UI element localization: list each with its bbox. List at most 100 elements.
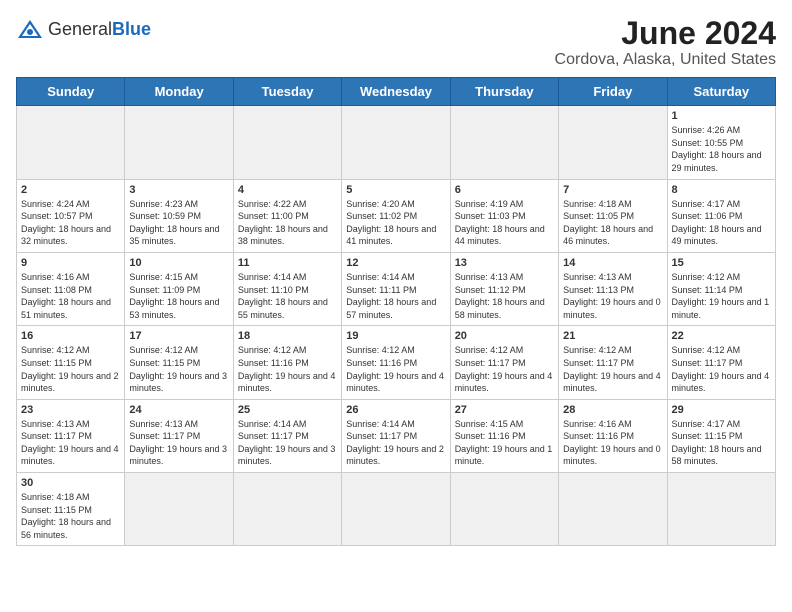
- weekday-header-wednesday: Wednesday: [342, 78, 450, 106]
- day-info: Sunrise: 4:22 AM Sunset: 11:00 PM Daylig…: [238, 198, 337, 248]
- calendar-cell: [559, 106, 667, 179]
- calendar-cell: 4 Sunrise: 4:22 AM Sunset: 11:00 PM Dayli…: [233, 179, 341, 252]
- day-number: 1: [672, 110, 771, 122]
- day-info: Sunrise: 4:12 AM Sunset: 11:17 PM Daylig…: [455, 344, 554, 394]
- logo-icon: [16, 16, 44, 44]
- day-number: 28: [563, 404, 662, 416]
- calendar-cell: [342, 106, 450, 179]
- logo-text: GeneralBlue: [48, 20, 151, 40]
- calendar-cell: 29Sunrise: 4:17 AM Sunset: 11:15 PM Dayl…: [667, 399, 775, 472]
- calendar-cell: 25 Sunrise: 4:14 AM Sunset: 11:17 PM Dayl…: [233, 399, 341, 472]
- calendar-cell: 7Sunrise: 4:18 AM Sunset: 11:05 PM Dayli…: [559, 179, 667, 252]
- month-title: June 2024: [555, 16, 776, 51]
- calendar-cell: 12 Sunrise: 4:14 AM Sunset: 11:11 PM Dayl…: [342, 252, 450, 325]
- day-number: 11: [238, 257, 337, 269]
- day-number: 17: [129, 330, 228, 342]
- calendar-table: SundayMondayTuesdayWednesdayThursdayFrid…: [16, 77, 776, 546]
- weekday-header-saturday: Saturday: [667, 78, 775, 106]
- calendar-cell: 9Sunrise: 4:16 AM Sunset: 11:08 PM Dayli…: [17, 252, 125, 325]
- calendar-cell: [233, 473, 341, 546]
- day-number: 25: [238, 404, 337, 416]
- day-info: Sunrise: 4:15 AM Sunset: 11:16 PM Daylig…: [455, 418, 554, 468]
- weekday-header-monday: Monday: [125, 78, 233, 106]
- calendar-cell: [450, 473, 558, 546]
- day-number: 7: [563, 184, 662, 196]
- calendar-cell: 17Sunrise: 4:12 AM Sunset: 11:15 PM Dayl…: [125, 326, 233, 399]
- day-number: 2: [21, 184, 120, 196]
- calendar-cell: [667, 473, 775, 546]
- day-number: 21: [563, 330, 662, 342]
- day-number: 24: [129, 404, 228, 416]
- calendar-cell: 27 Sunrise: 4:15 AM Sunset: 11:16 PM Dayl…: [450, 399, 558, 472]
- day-info: Sunrise: 4:17 AM Sunset: 11:15 PM Daylig…: [672, 418, 771, 468]
- calendar-cell: 11 Sunrise: 4:14 AM Sunset: 11:10 PM Dayl…: [233, 252, 341, 325]
- logo-general: General: [48, 19, 112, 39]
- calendar-cell: 18Sunrise: 4:12 AM Sunset: 11:16 PM Dayl…: [233, 326, 341, 399]
- page-header: GeneralBlue June 2024 Cordova, Alaska, U…: [16, 16, 776, 69]
- calendar-week-2: 2 Sunrise: 4:24 AM Sunset: 10:57 PM Dayli…: [17, 179, 776, 252]
- calendar-cell: 19 Sunrise: 4:12 AM Sunset: 11:16 PM Dayl…: [342, 326, 450, 399]
- calendar-cell: 1Sunrise: 4:26 AM Sunset: 10:55 PM Dayli…: [667, 106, 775, 179]
- day-number: 12: [346, 257, 445, 269]
- day-info: Sunrise: 4:18 AM Sunset: 11:15 PM Daylig…: [21, 491, 120, 541]
- weekday-header-sunday: Sunday: [17, 78, 125, 106]
- day-number: 6: [455, 184, 554, 196]
- day-number: 5: [346, 184, 445, 196]
- calendar-cell: 16Sunrise: 4:12 AM Sunset: 11:15 PM Dayl…: [17, 326, 125, 399]
- calendar-header-row: SundayMondayTuesdayWednesdayThursdayFrid…: [17, 78, 776, 106]
- day-info: Sunrise: 4:13 AM Sunset: 11:17 PM Daylig…: [21, 418, 120, 468]
- day-info: Sunrise: 4:19 AM Sunset: 11:03 PM Daylig…: [455, 198, 554, 248]
- calendar-cell: 23Sunrise: 4:13 AM Sunset: 11:17 PM Dayl…: [17, 399, 125, 472]
- calendar-cell: 5 Sunrise: 4:20 AM Sunset: 11:02 PM Dayli…: [342, 179, 450, 252]
- day-number: 4: [238, 184, 337, 196]
- calendar-cell: 2 Sunrise: 4:24 AM Sunset: 10:57 PM Dayli…: [17, 179, 125, 252]
- day-info: Sunrise: 4:24 AM Sunset: 10:57 PM Daylig…: [21, 198, 120, 248]
- calendar-cell: 30Sunrise: 4:18 AM Sunset: 11:15 PM Dayl…: [17, 473, 125, 546]
- weekday-header-friday: Friday: [559, 78, 667, 106]
- day-info: Sunrise: 4:12 AM Sunset: 11:16 PM Daylig…: [346, 344, 445, 394]
- day-info: Sunrise: 4:23 AM Sunset: 10:59 PM Daylig…: [129, 198, 228, 248]
- calendar-cell: [450, 106, 558, 179]
- calendar-cell: 8Sunrise: 4:17 AM Sunset: 11:06 PM Dayli…: [667, 179, 775, 252]
- calendar-cell: [125, 473, 233, 546]
- day-info: Sunrise: 4:16 AM Sunset: 11:08 PM Daylig…: [21, 271, 120, 321]
- day-info: Sunrise: 4:12 AM Sunset: 11:17 PM Daylig…: [563, 344, 662, 394]
- day-number: 15: [672, 257, 771, 269]
- calendar-cell: [233, 106, 341, 179]
- calendar-week-3: 9Sunrise: 4:16 AM Sunset: 11:08 PM Dayli…: [17, 252, 776, 325]
- day-info: Sunrise: 4:14 AM Sunset: 11:10 PM Daylig…: [238, 271, 337, 321]
- calendar-cell: 15 Sunrise: 4:12 AM Sunset: 11:14 PM Dayl…: [667, 252, 775, 325]
- weekday-header-thursday: Thursday: [450, 78, 558, 106]
- day-info: Sunrise: 4:12 AM Sunset: 11:14 PM Daylig…: [672, 271, 771, 321]
- calendar-cell: 24Sunrise: 4:13 AM Sunset: 11:17 PM Dayl…: [125, 399, 233, 472]
- day-info: Sunrise: 4:14 AM Sunset: 11:11 PM Daylig…: [346, 271, 445, 321]
- calendar-cell: 22 Sunrise: 4:12 AM Sunset: 11:17 PM Dayl…: [667, 326, 775, 399]
- day-number: 8: [672, 184, 771, 196]
- day-number: 22: [672, 330, 771, 342]
- day-number: 27: [455, 404, 554, 416]
- calendar-week-6: 30Sunrise: 4:18 AM Sunset: 11:15 PM Dayl…: [17, 473, 776, 546]
- day-number: 19: [346, 330, 445, 342]
- calendar-cell: [559, 473, 667, 546]
- day-number: 26: [346, 404, 445, 416]
- calendar-cell: 10Sunrise: 4:15 AM Sunset: 11:09 PM Dayl…: [125, 252, 233, 325]
- day-number: 16: [21, 330, 120, 342]
- day-number: 14: [563, 257, 662, 269]
- day-number: 10: [129, 257, 228, 269]
- day-info: Sunrise: 4:12 AM Sunset: 11:17 PM Daylig…: [672, 344, 771, 394]
- calendar-cell: 14 Sunrise: 4:13 AM Sunset: 11:13 PM Dayl…: [559, 252, 667, 325]
- title-area: June 2024 Cordova, Alaska, United States: [555, 16, 776, 69]
- day-info: Sunrise: 4:14 AM Sunset: 11:17 PM Daylig…: [346, 418, 445, 468]
- day-info: Sunrise: 4:13 AM Sunset: 11:13 PM Daylig…: [563, 271, 662, 321]
- calendar-cell: 26 Sunrise: 4:14 AM Sunset: 11:17 PM Dayl…: [342, 399, 450, 472]
- calendar-week-5: 23Sunrise: 4:13 AM Sunset: 11:17 PM Dayl…: [17, 399, 776, 472]
- day-number: 18: [238, 330, 337, 342]
- calendar-cell: [125, 106, 233, 179]
- logo: GeneralBlue: [16, 16, 151, 44]
- calendar-cell: 3Sunrise: 4:23 AM Sunset: 10:59 PM Dayli…: [125, 179, 233, 252]
- calendar-week-4: 16Sunrise: 4:12 AM Sunset: 11:15 PM Dayl…: [17, 326, 776, 399]
- day-info: Sunrise: 4:20 AM Sunset: 11:02 PM Daylig…: [346, 198, 445, 248]
- day-info: Sunrise: 4:16 AM Sunset: 11:16 PM Daylig…: [563, 418, 662, 468]
- day-info: Sunrise: 4:14 AM Sunset: 11:17 PM Daylig…: [238, 418, 337, 468]
- day-number: 13: [455, 257, 554, 269]
